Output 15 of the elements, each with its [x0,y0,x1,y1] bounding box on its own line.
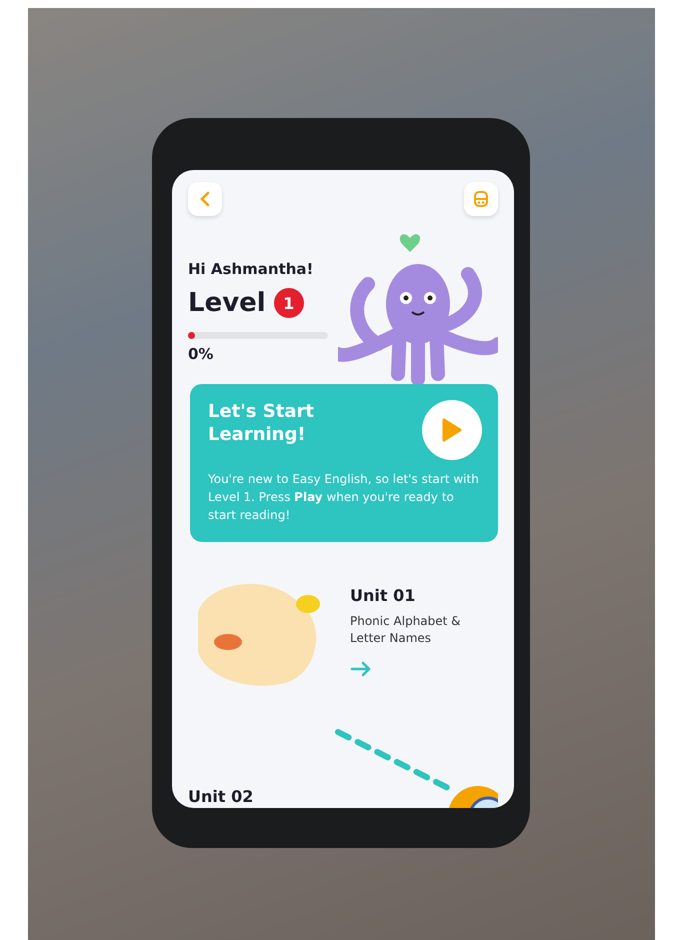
card-description: You're new to Easy English, so let's start with Level 1. Press Play when you're ready to start reading! [208,471,480,524]
unit-title: Unit 01 [350,586,416,605]
card-title: Let's Start Learning! [208,400,315,447]
level-title: Level [188,288,266,318]
arrow-right-icon[interactable] [350,660,372,677]
robot-icon [472,190,490,208]
back-button[interactable] [188,182,222,216]
unit-subtitle: Phonic Alphabet & Letter Names [350,613,462,647]
unit-title: Unit 02 [188,787,254,808]
progress-percent: 0% [188,345,214,363]
chevron-left-icon [199,191,211,207]
level-badge: 1 [274,288,304,318]
greeting: Hi Ashmantha! [188,260,314,278]
profile-button[interactable] [464,182,498,216]
play-icon [441,417,463,443]
